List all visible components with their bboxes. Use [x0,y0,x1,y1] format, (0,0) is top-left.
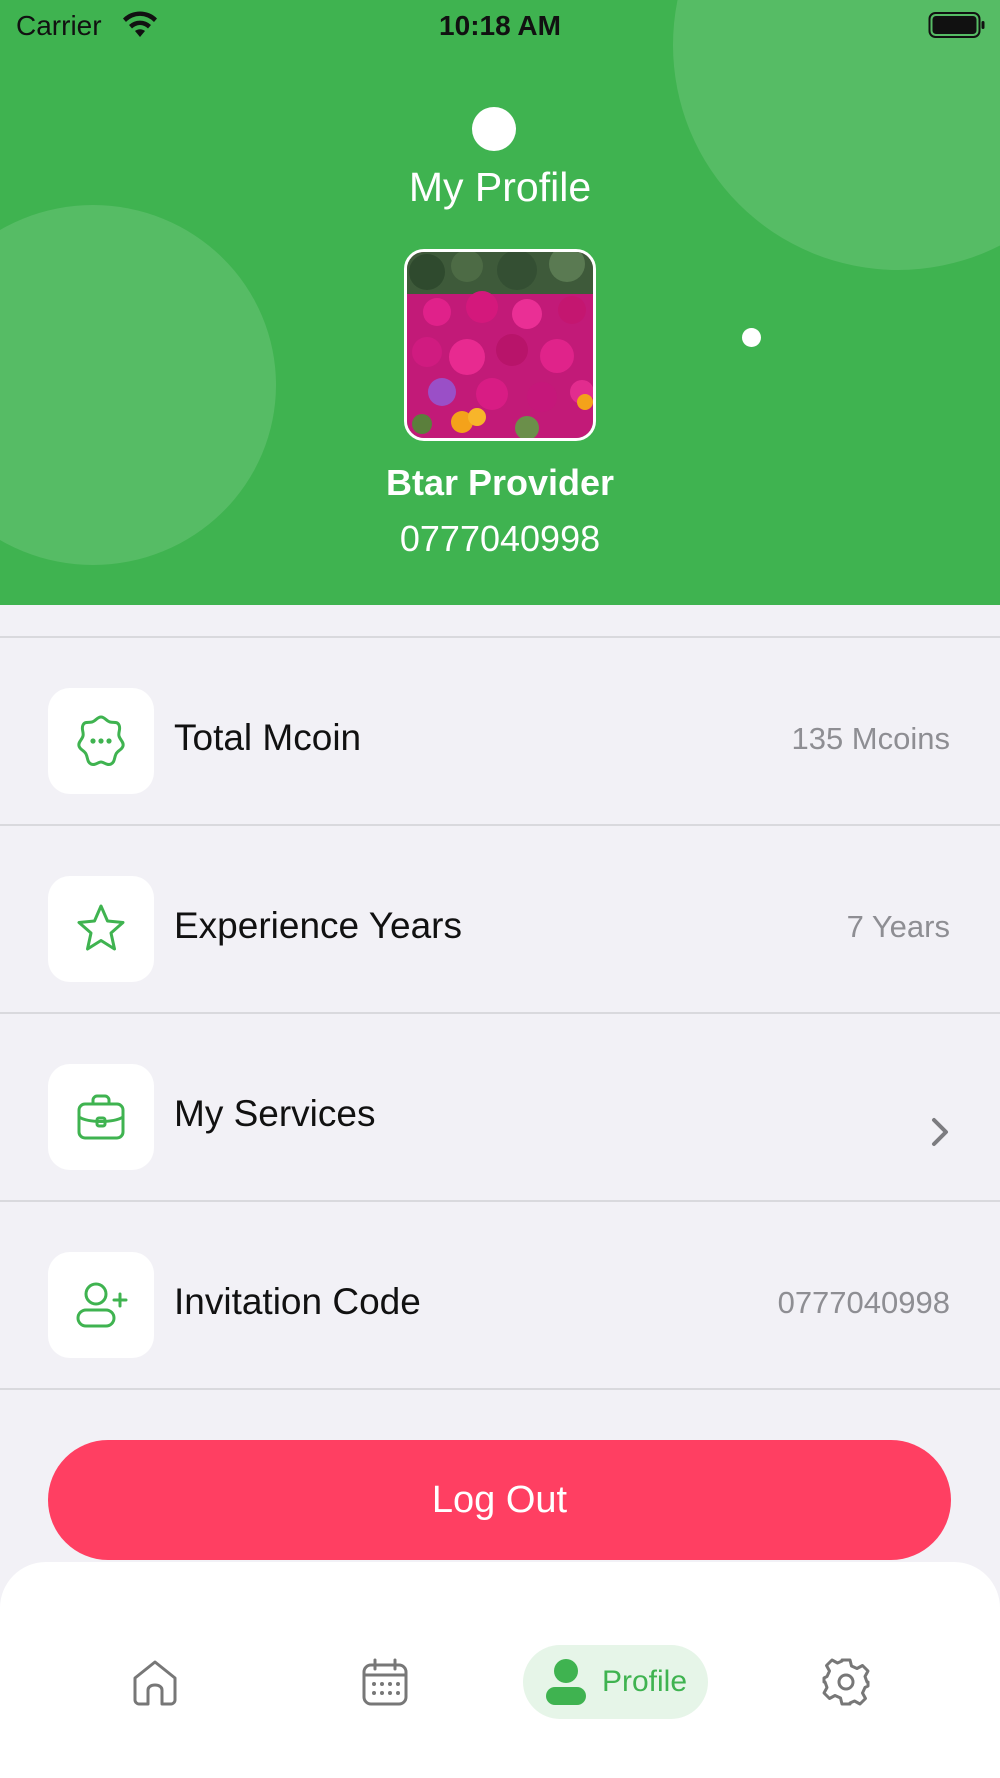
gear-icon [822,1658,870,1706]
status-bar: Carrier 10:18 AM [0,0,1000,52]
row-total-mcoin[interactable]: Total Mcoin 135 Mcoins [0,637,1000,823]
decorative-circle [0,205,276,565]
user-name: Btar Provider [385,462,615,503]
logout-button[interactable]: Log Out [48,1440,951,1560]
decorative-dot [742,328,761,347]
status-time: 10:18 AM [439,10,561,41]
tab-profile[interactable]: Profile [523,1645,708,1719]
row-label: Experience Years [174,905,462,946]
row-icon-container [48,688,154,794]
battery-icon [928,12,985,38]
divider [0,1388,1000,1390]
profile-icon [545,1659,586,1705]
row-label: Total Mcoin [174,717,362,758]
chevron-right-icon [932,1118,948,1146]
decorative-dot [472,107,516,151]
row-icon-container [48,1064,154,1170]
tab-bar: Profile [0,1562,1000,1778]
home-icon [133,1660,177,1706]
coin-badge-icon [77,715,125,767]
briefcase-icon [77,1094,125,1140]
row-label: My Services [174,1093,376,1134]
row-icon-container [48,876,154,982]
user-phone: 0777040998 [399,518,601,559]
avatar[interactable] [404,249,596,441]
tab-calendar[interactable] [345,1645,425,1719]
row-value: 0777040998 [777,1285,950,1320]
row-value: 7 Years [846,909,950,944]
page-title: My Profile [408,164,592,210]
profile-header: Carrier 10:18 AM My Profile Btar Provide… [0,0,1000,605]
tab-home[interactable] [115,1645,195,1719]
star-icon [77,904,125,951]
tab-profile-label: Profile [601,1665,688,1698]
row-experience-years[interactable]: Experience Years 7 Years [0,825,1000,1011]
row-invitation-code[interactable]: Invitation Code 0777040998 [0,1201,1000,1387]
row-value: 135 Mcoins [791,721,950,756]
avatar-flowers-image [407,252,593,438]
tab-settings[interactable] [806,1645,886,1719]
row-icon-container [48,1252,154,1358]
row-my-services[interactable]: My Services [0,1013,1000,1199]
row-label: Invitation Code [174,1281,421,1322]
calendar-icon [362,1658,408,1706]
add-user-icon [76,1282,128,1328]
